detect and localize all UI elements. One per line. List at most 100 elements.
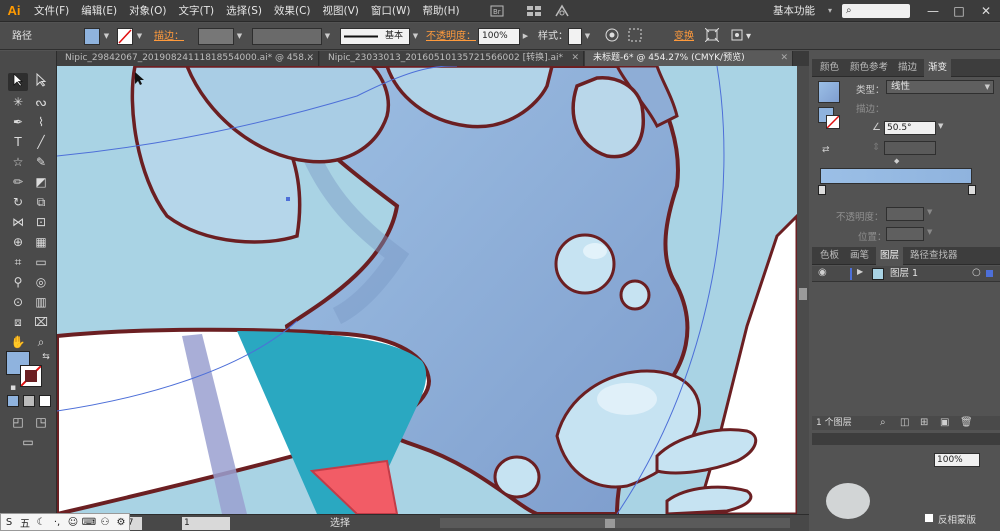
angle-input[interactable]: 50.5° [884, 121, 936, 135]
tab-color-guide[interactable]: 颜色参考 [846, 59, 892, 77]
recolor-artwork-icon[interactable] [605, 28, 619, 44]
control-menu-arrow[interactable]: ▾ [746, 29, 751, 45]
rotate-tool-icon[interactable]: ↻ [8, 193, 28, 211]
tab-stroke[interactable]: 描边 [894, 59, 921, 77]
pen-tool-icon[interactable]: ✒ [8, 113, 28, 131]
search-input[interactable] [842, 4, 910, 18]
delete-layer-icon[interactable]: 🗑 [960, 417, 973, 428]
chevron-down-icon[interactable]: ▼ [927, 228, 932, 236]
scale-tool-icon[interactable]: ⧉ [31, 193, 51, 211]
midpoint-diamond-icon[interactable]: ◆ [894, 157, 899, 165]
chevron-down-icon[interactable]: ▼ [927, 208, 932, 216]
blend-tool-icon[interactable]: ◎ [31, 273, 51, 291]
fill-swatch[interactable] [84, 28, 100, 45]
close-icon[interactable]: ✕ [780, 51, 788, 66]
fill-dropdown-arrow[interactable]: ▼ [101, 28, 112, 45]
swap-colors-icon[interactable]: ⇆ [36, 348, 56, 366]
stroke-indicator[interactable] [826, 115, 840, 129]
column-graph-tool-icon[interactable]: ▥ [31, 293, 51, 311]
tab-brushes[interactable]: 画笔 [846, 247, 873, 265]
tab-layers[interactable]: 图层 [876, 247, 904, 265]
stroke-swatch[interactable] [117, 28, 133, 45]
eraser-tool-icon[interactable]: ◩ [31, 173, 51, 191]
gradient-stop-right[interactable] [968, 185, 976, 195]
profile-arrow[interactable]: ▼ [322, 28, 333, 45]
close-button[interactable]: ✕ [977, 0, 995, 22]
screen-mode-icon[interactable]: ▭ [18, 433, 38, 451]
stop-opacity-input[interactable] [886, 207, 924, 221]
hand-tool-icon[interactable]: ✋ [8, 333, 28, 351]
expand-triangle-icon[interactable]: ▶ [857, 267, 863, 276]
stroke-weight-arrow[interactable]: ▼ [234, 28, 245, 45]
gradient-mode-button[interactable] [23, 395, 35, 407]
type-tool-icon[interactable]: T [8, 133, 28, 151]
gradient-preview-swatch[interactable] [818, 81, 840, 103]
keyboard-icon[interactable]: ⌨ [81, 517, 97, 528]
half-width-icon[interactable]: ☾ [33, 517, 49, 528]
horizontal-scrollbar[interactable] [440, 518, 790, 528]
target-icon[interactable]: ○ [972, 267, 981, 278]
panel-menu-icon[interactable] [730, 28, 744, 44]
emoji-icon[interactable]: ☺ [65, 517, 81, 528]
none-mode-button[interactable] [39, 395, 51, 407]
tab-gradient[interactable]: 渐变 [924, 59, 952, 77]
opacity-link[interactable]: 不透明度： [426, 29, 476, 45]
bridge-icon[interactable]: Br [486, 3, 508, 19]
menu-help[interactable]: 帮助(H) [417, 0, 466, 22]
magic-wand-tool-icon[interactable]: ✳ [8, 93, 28, 111]
tab-document-2[interactable]: Nipic_23033013_20160510135721566002 [转换]… [320, 51, 584, 66]
artboard-tool-icon[interactable]: ⧈ [8, 313, 28, 331]
star-tool-icon[interactable]: ☆ [8, 153, 28, 171]
anchor-point[interactable] [286, 197, 290, 201]
settings-icon[interactable]: ⚙ [113, 517, 129, 528]
tab-swatches[interactable]: 色板 [816, 247, 843, 265]
horizontal-scroll-thumb[interactable] [605, 519, 615, 528]
stroke-color-box[interactable] [20, 365, 42, 387]
menu-window[interactable]: 窗口(W) [365, 0, 417, 22]
reverse-gradient-icon[interactable]: ⇄ [822, 145, 830, 155]
gradient-stop-left[interactable] [818, 185, 826, 195]
paintbrush-tool-icon[interactable]: ✎ [31, 153, 51, 171]
stop-position-input[interactable] [886, 227, 924, 241]
symbol-sprayer-tool-icon[interactable]: ⊙ [8, 293, 28, 311]
eye-icon[interactable]: ◉ [818, 267, 827, 278]
style-arrow[interactable]: ▼ [582, 28, 593, 45]
eyedropper-tool-icon[interactable]: ⚲ [8, 273, 28, 291]
maximize-button[interactable]: □ [950, 0, 968, 22]
artboard-number-field[interactable]: 1 [182, 517, 230, 530]
variable-width-profile[interactable] [252, 28, 322, 45]
menu-view[interactable]: 视图(V) [317, 0, 365, 22]
width-tool-icon[interactable]: ⋈ [8, 213, 28, 231]
menu-file[interactable]: 文件(F) [28, 0, 75, 22]
chevron-down-icon[interactable]: ▼ [938, 122, 943, 130]
draw-inside-icon[interactable]: ◳ [31, 413, 51, 431]
isolate-object-icon[interactable] [704, 27, 720, 44]
brush-definition-field[interactable]: 基本 [340, 28, 410, 45]
locate-object-icon[interactable]: ⌕ [880, 417, 886, 428]
menu-effect[interactable]: 效果(C) [268, 0, 317, 22]
opacity-input[interactable]: 100% [478, 28, 520, 45]
gradient-tool-icon[interactable]: ▭ [31, 253, 51, 271]
menu-select[interactable]: 选择(S) [220, 0, 268, 22]
close-icon[interactable]: ✕ [571, 51, 579, 66]
opacity-arrow[interactable]: ▶ [520, 28, 531, 45]
align-to-icon[interactable] [628, 28, 642, 44]
minimize-button[interactable]: — [924, 0, 942, 22]
transparency-percent-input[interactable]: 100% [934, 453, 980, 467]
ime-mode-label[interactable]: 五 [17, 515, 33, 530]
close-icon[interactable]: ✕ [306, 51, 314, 66]
graphic-style-swatch[interactable] [568, 28, 582, 45]
tab-color[interactable]: 颜色 [816, 59, 843, 77]
gpu-performance-icon[interactable] [551, 3, 573, 19]
menu-edit[interactable]: 编辑(E) [75, 0, 123, 22]
make-clipping-mask-icon[interactable]: ◫ [900, 417, 909, 428]
curvature-tool-icon[interactable]: ⌇ [31, 113, 51, 131]
pencil-tool-icon[interactable]: ✏ [8, 173, 28, 191]
workspace-switcher[interactable]: 基本功能 [773, 0, 815, 22]
artboard-canvas[interactable] [57, 66, 797, 514]
selection-indicator[interactable] [986, 270, 993, 277]
color-mode-button[interactable] [7, 395, 19, 407]
shape-builder-tool-icon[interactable]: ⊕ [8, 233, 28, 251]
selection-tool-icon[interactable] [8, 73, 28, 91]
slice-tool-icon[interactable]: ⌧ [31, 313, 51, 331]
